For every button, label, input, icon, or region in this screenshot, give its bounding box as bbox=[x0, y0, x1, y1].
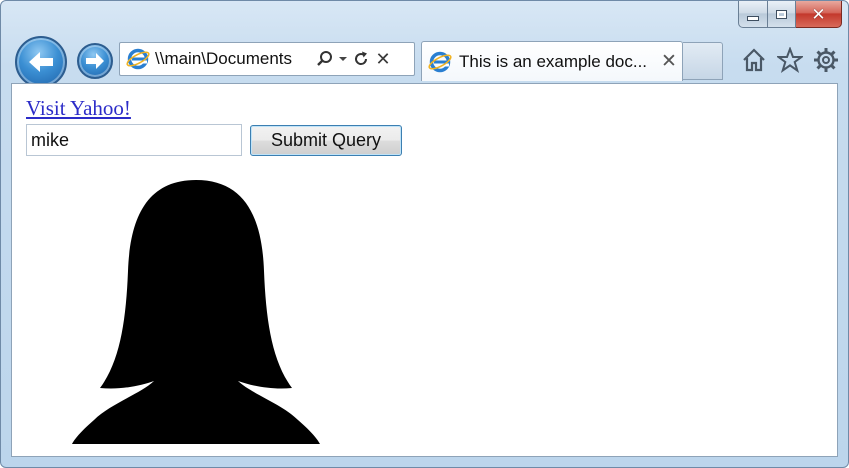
gear-icon[interactable] bbox=[811, 45, 841, 75]
ie-logo-icon bbox=[427, 49, 453, 75]
search-icon[interactable] bbox=[314, 47, 336, 71]
minimize-button[interactable] bbox=[738, 1, 768, 28]
back-button[interactable] bbox=[15, 36, 67, 88]
command-icons bbox=[739, 45, 841, 75]
navigation-bar: \\main\Documents ✕ This is an example do… bbox=[1, 31, 848, 88]
visit-yahoo-link[interactable]: Visit Yahoo! bbox=[26, 96, 131, 121]
home-icon[interactable] bbox=[739, 45, 769, 75]
maximize-icon bbox=[776, 9, 787, 19]
text-input[interactable] bbox=[26, 124, 242, 156]
arrow-right-icon bbox=[86, 53, 104, 69]
page-content: Visit Yahoo! Submit Query bbox=[11, 83, 838, 457]
ie-logo-icon bbox=[125, 46, 151, 72]
tab-close-icon[interactable]: ✕ bbox=[661, 52, 677, 71]
close-icon: ✕ bbox=[375, 48, 391, 69]
stop-icon[interactable]: ✕ bbox=[372, 47, 394, 71]
new-tab-button[interactable] bbox=[683, 42, 723, 80]
maximize-button[interactable] bbox=[768, 1, 796, 28]
caption-buttons: ✕ bbox=[738, 1, 842, 29]
minimize-icon bbox=[747, 15, 759, 21]
arrow-left-icon bbox=[29, 52, 53, 72]
close-window-button[interactable]: ✕ bbox=[796, 1, 842, 28]
female-avatar-icon bbox=[72, 180, 320, 444]
forward-button[interactable] bbox=[77, 43, 113, 79]
address-url[interactable]: \\main\Documents bbox=[155, 49, 310, 69]
chevron-down-icon[interactable] bbox=[336, 47, 350, 71]
tab-active[interactable]: This is an example doc... ✕ bbox=[421, 41, 683, 81]
address-bar-controls: ✕ bbox=[314, 47, 394, 71]
browser-window: ✕ \\main\Documents ✕ This is an example … bbox=[0, 0, 849, 468]
close-icon: ✕ bbox=[811, 4, 826, 24]
tab-title: This is an example doc... bbox=[459, 51, 648, 71]
submit-query-button[interactable]: Submit Query bbox=[250, 125, 402, 156]
favorites-star-icon[interactable] bbox=[775, 45, 805, 75]
address-bar[interactable]: \\main\Documents ✕ bbox=[119, 42, 415, 76]
refresh-icon[interactable] bbox=[350, 47, 372, 71]
